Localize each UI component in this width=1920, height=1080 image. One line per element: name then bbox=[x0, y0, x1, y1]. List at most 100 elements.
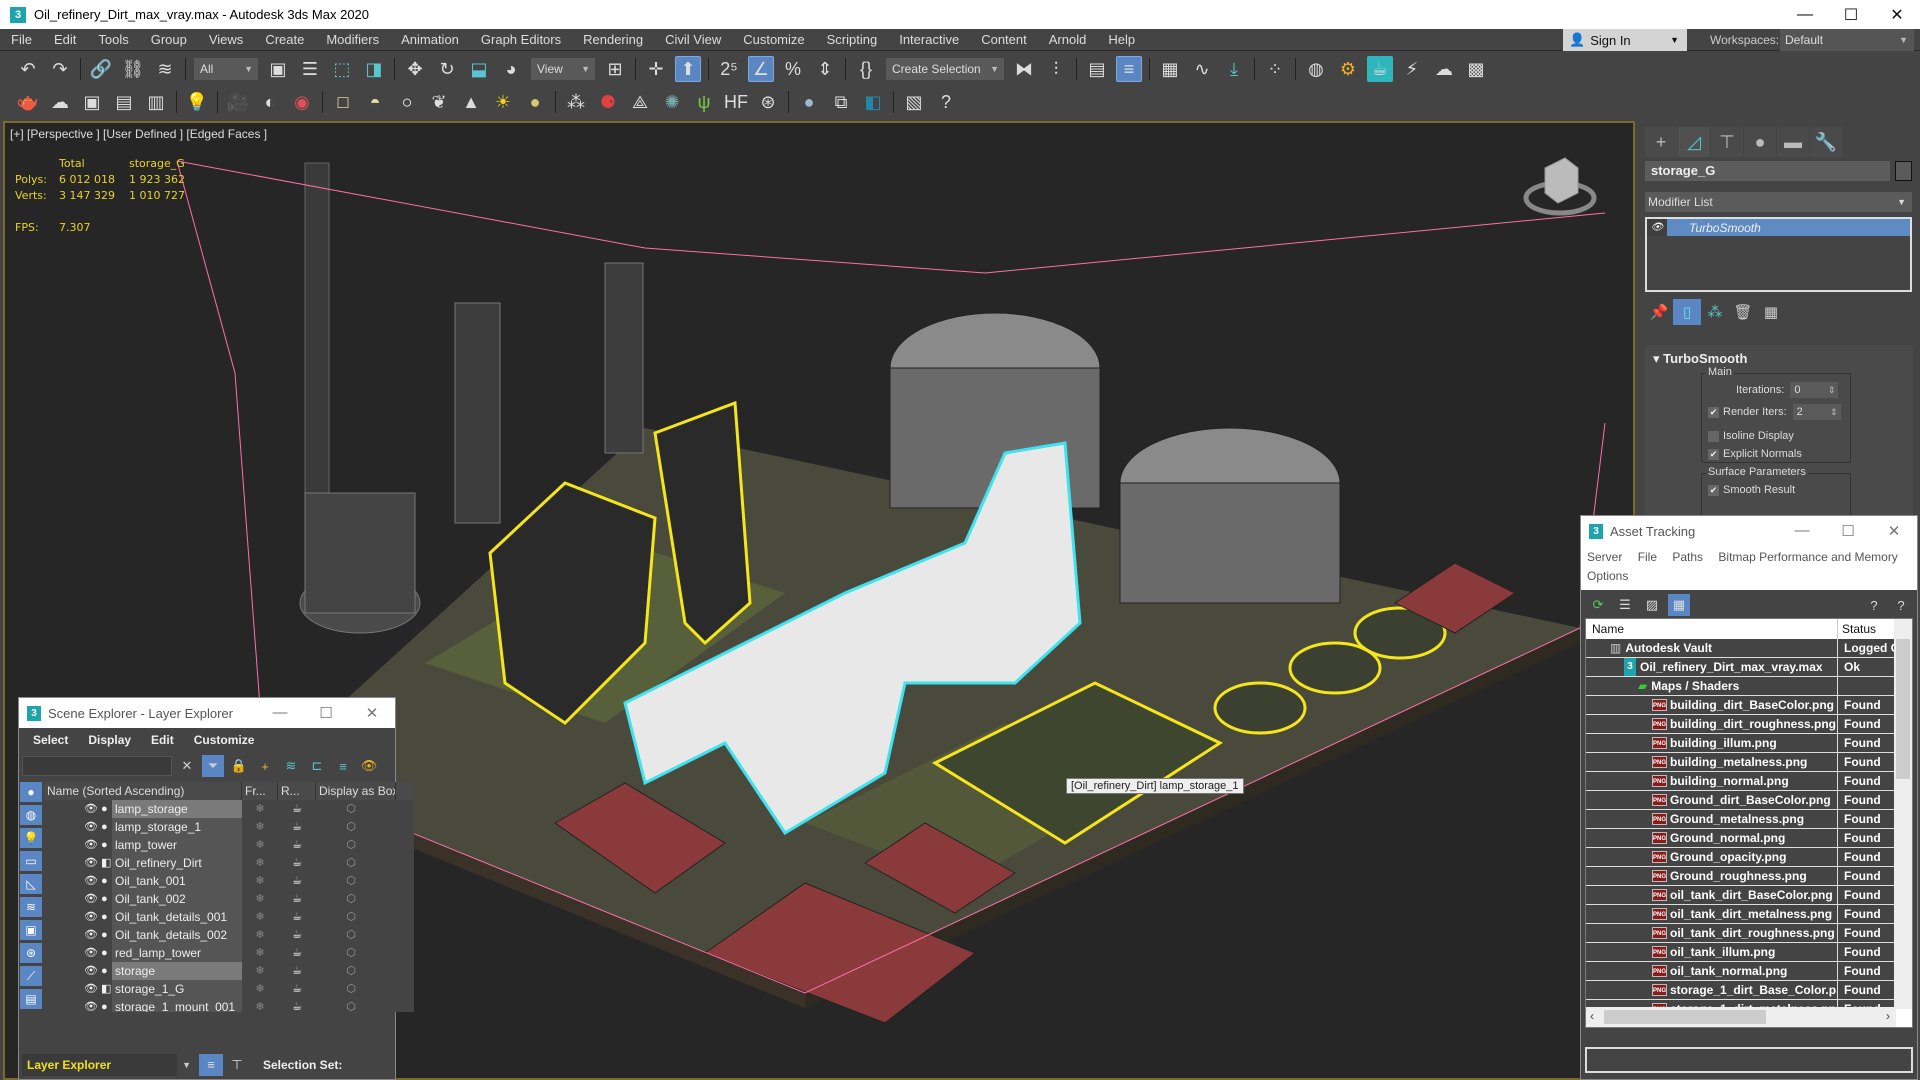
asset-row[interactable]: 3 Oil_refinery_Dirt_max_vray.max Ok bbox=[1586, 658, 1896, 677]
link-icon[interactable]: 🔗 bbox=[88, 56, 114, 82]
layer-name[interactable]: Oil_tank_002 bbox=[112, 890, 242, 908]
display-as-box-icon[interactable]: ⬡ bbox=[316, 800, 386, 818]
renderable-teapot-icon[interactable]: ☕ bbox=[278, 908, 316, 926]
smooth-result-checkbox[interactable]: ✔ bbox=[1708, 484, 1719, 496]
hierarchy-icon[interactable]: ⊏ bbox=[306, 755, 328, 777]
menu-paths[interactable]: Paths bbox=[1672, 550, 1703, 564]
column-header-renderable[interactable]: R... bbox=[278, 782, 316, 800]
freeze-icon[interactable]: ❄ bbox=[242, 890, 278, 908]
column-header-freeze[interactable]: Fr... bbox=[242, 782, 278, 800]
freeze-icon[interactable]: ❄ bbox=[242, 962, 278, 980]
asset-row[interactable]: ▥ Autodesk Vault Logged O bbox=[1586, 639, 1896, 658]
motion-tab-icon[interactable]: ● bbox=[1744, 127, 1776, 157]
scroll-thumb[interactable] bbox=[1896, 639, 1910, 779]
layer-row[interactable]: 👁 ● lamp_tower ❄ ☕ ⬡ bbox=[44, 836, 414, 854]
freeze-icon[interactable]: ❄ bbox=[242, 926, 278, 944]
layer-name[interactable]: lamp_tower bbox=[112, 836, 242, 854]
display-spacewarps-icon[interactable]: ≋ bbox=[20, 897, 42, 917]
display-tab-icon[interactable]: ▬ bbox=[1777, 127, 1809, 157]
layer-mode-icon[interactable]: ≡ bbox=[199, 1054, 223, 1076]
layer-row[interactable]: 👁 ● storage ❄ ☕ ⬡ bbox=[44, 962, 414, 980]
freeze-icon[interactable]: ❄ bbox=[242, 854, 278, 872]
freeze-icon[interactable]: ❄ bbox=[242, 908, 278, 926]
column-header-status[interactable]: Status bbox=[1838, 619, 1894, 639]
layer-name[interactable]: Oil_tank_details_002 bbox=[112, 926, 242, 944]
toggle-ribbon-icon[interactable]: ▦ bbox=[1157, 56, 1183, 82]
layer-row[interactable]: 👁 ● Oil_tank_002 ❄ ☕ ⬡ bbox=[44, 890, 414, 908]
asset-row[interactable]: PNG oil_tank_dirt_metalness.png Found bbox=[1586, 905, 1896, 924]
display-groups-icon[interactable]: ▣ bbox=[20, 920, 42, 940]
renderable-teapot-icon[interactable]: ☕ bbox=[278, 998, 316, 1012]
asset-row[interactable]: ▰ Maps / Shaders bbox=[1586, 677, 1896, 696]
layers-icon[interactable]: ≡ bbox=[332, 755, 354, 777]
modifier-list-dropdown[interactable]: Modifier List ▼ bbox=[1645, 192, 1912, 212]
close-button[interactable]: ✕ bbox=[1874, 0, 1920, 29]
asset-row[interactable]: PNG Ground_dirt_BaseColor.png Found bbox=[1586, 791, 1896, 810]
visibility-icon[interactable]: 👁 ● bbox=[84, 908, 112, 926]
renderable-teapot-icon[interactable]: ☕ bbox=[278, 800, 316, 818]
redo-icon[interactable]: ↷ bbox=[47, 56, 73, 82]
ies-light-icon[interactable]: ● bbox=[522, 89, 548, 115]
hierarchy-mode-icon[interactable]: ⊤ bbox=[225, 1054, 249, 1076]
workspace-dropdown[interactable]: Default ▼ bbox=[1780, 29, 1914, 51]
layer-visibility-icon[interactable]: 👁 ◧ bbox=[84, 980, 112, 998]
render-production-icon[interactable]: ⚡ bbox=[1399, 56, 1425, 82]
display-containers-icon[interactable]: ▤ bbox=[20, 989, 42, 1009]
menu-tools[interactable]: Tools bbox=[87, 32, 139, 47]
table-panel-icon[interactable]: ▥ bbox=[143, 89, 169, 115]
named-selection-dropdown[interactable]: Create Selection Se▼ bbox=[886, 58, 1004, 98]
visibility-icon[interactable]: 👁 ● bbox=[84, 926, 112, 944]
utilities-tab-icon[interactable]: 🔧 bbox=[1810, 127, 1842, 157]
column-header-display-as-box[interactable]: Display as Box bbox=[316, 782, 396, 800]
visibility-icon[interactable]: 👁 ● bbox=[84, 872, 112, 890]
window-crossing-icon[interactable]: ◨ bbox=[361, 56, 387, 82]
grass-icon[interactable]: ψ bbox=[691, 89, 717, 115]
frame-buffer-icon[interactable]: ▧ bbox=[901, 89, 927, 115]
layer-row[interactable]: 👁 ● lamp_storage ❄ ☕ ⬡ bbox=[44, 800, 414, 818]
freeze-icon[interactable]: ❄ bbox=[242, 836, 278, 854]
bind-space-warp-icon[interactable]: ≋ bbox=[152, 56, 178, 82]
object-color-swatch[interactable] bbox=[1895, 161, 1912, 181]
table-view-icon[interactable]: ▦ bbox=[1668, 594, 1690, 616]
display-xrefs-icon[interactable]: ⊛ bbox=[20, 943, 42, 963]
context-help-icon[interactable]: ? bbox=[1890, 594, 1912, 616]
rollout-title[interactable]: ▾ TurboSmooth bbox=[1653, 351, 1747, 367]
display-as-box-icon[interactable]: ⬡ bbox=[316, 818, 386, 836]
layer-name[interactable]: storage bbox=[112, 962, 242, 980]
display-as-box-icon[interactable]: ⬡ bbox=[316, 926, 386, 944]
menu-server[interactable]: Server bbox=[1587, 550, 1622, 564]
viewport-label[interactable]: [+] [Perspective ] [User Defined ] [Edge… bbox=[10, 127, 267, 141]
layer-name[interactable]: Oil_refinery_Dirt bbox=[112, 854, 242, 872]
material-browser-icon[interactable]: ⧉ bbox=[828, 89, 854, 115]
close-button[interactable]: ✕ bbox=[1871, 522, 1917, 540]
display-as-box-icon[interactable]: ⬡ bbox=[316, 962, 386, 980]
layer-visibility-icon[interactable]: 👁 ◧ bbox=[84, 854, 112, 872]
lock-icon[interactable]: 🔒 bbox=[228, 755, 250, 777]
freeze-icon[interactable]: ❄ bbox=[242, 944, 278, 962]
scroll-thumb[interactable] bbox=[1604, 1010, 1766, 1024]
display-as-box-icon[interactable]: ⬡ bbox=[316, 998, 386, 1012]
display-geometry-icon[interactable]: ● bbox=[20, 782, 42, 802]
plane-light-icon[interactable]: □ bbox=[330, 89, 356, 115]
pin-stack-icon[interactable]: 📌 bbox=[1645, 299, 1673, 325]
configure-modifier-sets-icon[interactable]: ▦ bbox=[1757, 299, 1785, 325]
display-as-box-icon[interactable]: ⬡ bbox=[316, 872, 386, 890]
edit-named-selection-icon[interactable]: {} bbox=[853, 56, 879, 82]
dome-light-icon[interactable]: ◓ bbox=[362, 89, 388, 115]
horizontal-scrollbar[interactable]: ‹ › bbox=[1586, 1007, 1896, 1027]
display-as-box-icon[interactable]: ⬡ bbox=[316, 980, 386, 998]
select-by-name-icon[interactable]: ☰ bbox=[297, 56, 323, 82]
filter-icon[interactable]: ⏷ bbox=[202, 755, 224, 777]
viewcube-cube[interactable] bbox=[1544, 157, 1579, 204]
display-lights-icon[interactable]: 💡 bbox=[20, 828, 42, 848]
select-manipulate-icon[interactable]: ✛ bbox=[643, 56, 669, 82]
reference-coordinate-dropdown[interactable]: View ▼ bbox=[531, 58, 595, 80]
rect-selection-icon[interactable]: ⬚ bbox=[329, 56, 355, 82]
layer-row[interactable]: 👁 ● Oil_tank_details_002 ❄ ☕ ⬡ bbox=[44, 926, 414, 944]
display-as-box-icon[interactable]: ⬡ bbox=[316, 836, 386, 854]
renderable-teapot-icon[interactable]: ☕ bbox=[278, 890, 316, 908]
scroll-left-icon[interactable]: ‹ bbox=[1590, 1009, 1594, 1023]
menu-animation[interactable]: Animation bbox=[390, 32, 470, 47]
sun-light-icon[interactable]: ☀ bbox=[490, 89, 516, 115]
render-in-cloud-icon[interactable]: ☁ bbox=[1431, 56, 1457, 82]
